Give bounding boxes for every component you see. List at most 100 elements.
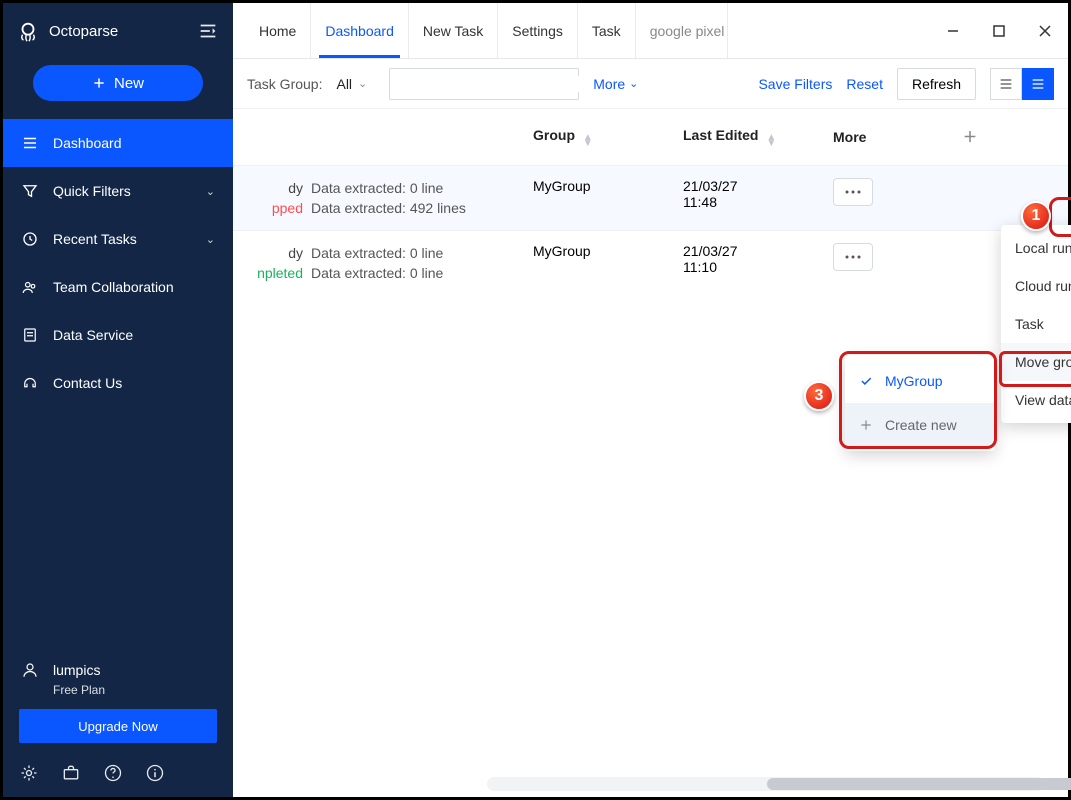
view-list[interactable]	[990, 68, 1022, 100]
cell-date: 21/03/27	[683, 178, 833, 194]
upgrade-button[interactable]: Upgrade Now	[19, 709, 217, 743]
sidebar-item-recent-tasks[interactable]: Recent Tasks ⌄	[3, 215, 233, 263]
menu-label: Local runs	[1015, 240, 1071, 256]
upgrade-label: Upgrade Now	[78, 719, 158, 734]
chevron-down-icon: ⌄	[358, 77, 367, 90]
plus-icon	[859, 418, 873, 432]
tab-label: New Task	[423, 23, 483, 39]
reset-link[interactable]: Reset	[846, 76, 883, 92]
briefcase-icon[interactable]	[61, 763, 81, 783]
row-more-button[interactable]	[833, 178, 873, 206]
sidebar-item-data-service[interactable]: Data Service	[3, 311, 233, 359]
ellipsis-icon	[844, 254, 862, 260]
menu-icon	[21, 134, 39, 152]
row-more-button[interactable]	[833, 243, 873, 271]
sidebar-item-dashboard[interactable]: Dashboard	[3, 119, 233, 167]
menu-label: Cloud runs	[1015, 278, 1071, 294]
data-icon	[21, 326, 39, 344]
search-box[interactable]	[389, 68, 579, 100]
info-icon[interactable]	[145, 763, 165, 783]
table-row[interactable]: dy npleted Data extracted: 0 line Data e…	[233, 230, 1068, 295]
col-label: More	[833, 129, 866, 145]
window-close[interactable]	[1022, 3, 1068, 59]
col-group[interactable]: Group ▲▼	[533, 127, 683, 147]
menu-label: View data	[1015, 392, 1071, 408]
window-maximize[interactable]	[976, 3, 1022, 59]
submenu-current-group[interactable]: MyGroup	[845, 359, 995, 403]
submenu-label: MyGroup	[885, 373, 943, 389]
refresh-label: Refresh	[912, 76, 961, 92]
table-row[interactable]: dy pped Data extracted: 0 line Data extr…	[233, 165, 1068, 230]
more-dropdown[interactable]: More ⌄	[593, 76, 638, 92]
context-menu: Local runs› Cloud runs› Task› Move group…	[1001, 225, 1071, 423]
sidebar-nav: Dashboard Quick Filters ⌄ Recent Tasks ⌄…	[3, 119, 233, 407]
tab-dashboard[interactable]: Dashboard	[311, 3, 409, 58]
menu-view-data[interactable]: View data›	[1001, 381, 1071, 419]
sidebar-item-label: Data Service	[53, 327, 133, 343]
menu-local-runs[interactable]: Local runs›	[1001, 229, 1071, 267]
plus-icon	[92, 76, 106, 90]
tab-home[interactable]: Home	[245, 3, 311, 58]
chevron-down-icon: ⌄	[629, 77, 638, 90]
col-last-edited[interactable]: Last Edited ▲▼	[683, 127, 833, 147]
chevron-down-icon: ⌄	[206, 185, 215, 198]
tab-google-pixel[interactable]: google pixel	[636, 3, 728, 58]
sidebar-item-quick-filters[interactable]: Quick Filters ⌄	[3, 167, 233, 215]
sidebar-item-team[interactable]: Team Collaboration	[3, 263, 233, 311]
col-more: More	[833, 129, 963, 145]
menu-task[interactable]: Task›	[1001, 305, 1071, 343]
sidebar-item-label: Recent Tasks	[53, 231, 137, 247]
tab-label: Settings	[512, 23, 563, 39]
user-info[interactable]: lumpics	[3, 651, 233, 681]
menu-label: Task	[1015, 316, 1044, 332]
col-label: Group	[533, 127, 575, 143]
tab-label: Dashboard	[325, 23, 394, 39]
annotation-badge: 3	[804, 381, 834, 411]
info-line: Data extracted: 0 line	[311, 243, 533, 263]
tab-new-task[interactable]: New Task	[409, 3, 498, 58]
add-column[interactable]: ＋	[963, 127, 993, 147]
search-input[interactable]	[398, 76, 579, 92]
menu-label: Move group	[1015, 354, 1071, 370]
collapse-sidebar-icon[interactable]	[197, 20, 219, 42]
headset-icon	[21, 374, 39, 392]
brand-label: Octoparse	[49, 23, 118, 40]
new-task-button[interactable]: New	[33, 65, 203, 101]
octoparse-logo-icon	[17, 20, 39, 42]
menu-move-group[interactable]: Move group›	[1001, 343, 1071, 381]
tab-settings[interactable]: Settings	[498, 3, 578, 58]
check-icon	[859, 374, 873, 388]
info-line: Data extracted: 0 line	[311, 178, 533, 198]
col-label: Last Edited	[683, 127, 758, 143]
filter-icon	[21, 182, 39, 200]
user-icon	[21, 661, 39, 679]
info-line: Data extracted: 0 line	[311, 263, 533, 283]
tab-label: Home	[259, 23, 296, 39]
cell-group: MyGroup	[533, 243, 683, 283]
sort-icon: ▲▼	[583, 135, 593, 147]
cell-time: 11:48	[683, 194, 833, 210]
task-group-select[interactable]: All ⌄	[336, 76, 375, 92]
sidebar-item-label: Team Collaboration	[53, 279, 174, 295]
table-header: Group ▲▼ Last Edited ▲▼ More ＋	[233, 109, 1068, 165]
task-group-value: All	[336, 76, 352, 92]
refresh-button[interactable]: Refresh	[897, 68, 976, 100]
cell-time: 11:10	[683, 259, 833, 275]
annotation-badge: 1	[1021, 201, 1051, 231]
submenu-create-new[interactable]: Create new	[845, 403, 995, 447]
save-filters-link[interactable]: Save Filters	[758, 76, 832, 92]
menu-cloud-runs[interactable]: Cloud runs›	[1001, 267, 1071, 305]
horizontal-scrollbar[interactable]	[487, 777, 1044, 791]
tab-label: google pixel	[650, 23, 725, 39]
view-compact[interactable]	[1022, 68, 1054, 100]
gear-icon[interactable]	[19, 763, 39, 783]
new-label: New	[114, 75, 144, 92]
brand: Octoparse	[17, 20, 118, 42]
sidebar-item-contact-us[interactable]: Contact Us	[3, 359, 233, 407]
window-minimize[interactable]	[930, 3, 976, 59]
submenu-label: Create new	[885, 417, 957, 433]
help-icon[interactable]	[103, 763, 123, 783]
team-icon	[21, 278, 39, 296]
toolbar: Task Group: All ⌄ More ⌄ Save Filters Re…	[233, 59, 1068, 109]
tab-task[interactable]: Task	[578, 3, 636, 58]
